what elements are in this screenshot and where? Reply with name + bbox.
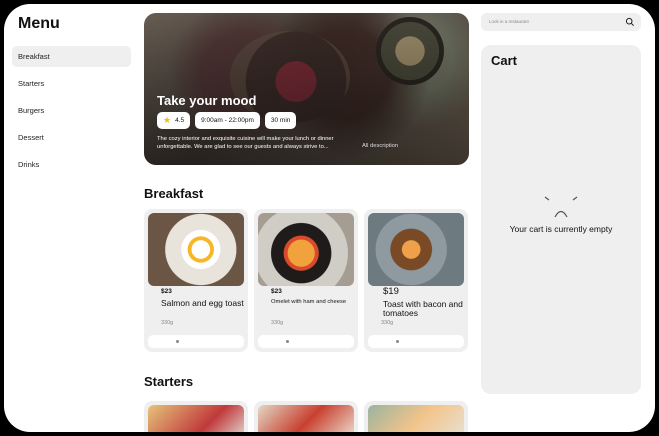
sidebar: Menu Breakfast Starters Burgers Dessert … — [4, 4, 141, 432]
rating-value: 4.5 — [175, 117, 185, 124]
product-price: $23 — [271, 288, 282, 295]
hero-banner: Take your mood ★ 4.5 9:00am - 22:00pm 30… — [144, 13, 469, 165]
product-weight: 330g — [271, 320, 284, 326]
sidebar-item-starters[interactable]: Starters — [12, 73, 131, 94]
search-input[interactable]: Look in a restaurant — [481, 13, 641, 31]
product-card[interactable]: $23 Salmon and egg toast 330g — [144, 209, 248, 352]
hero-image-plate — [230, 31, 350, 123]
product-image — [148, 405, 244, 432]
sad-face-icon — [544, 196, 578, 218]
all-description-link[interactable]: All description — [362, 143, 398, 149]
product-image — [258, 405, 354, 432]
sidebar-item-breakfast[interactable]: Breakfast — [12, 46, 131, 67]
section-title-breakfast: Breakfast — [144, 186, 204, 201]
hero-description: The cozy interior and exquisite cuisine … — [157, 136, 334, 150]
product-card[interactable] — [144, 401, 248, 432]
product-card[interactable] — [364, 401, 468, 432]
product-card[interactable] — [254, 401, 358, 432]
search-icon[interactable] — [625, 17, 635, 27]
time-value: 30 min — [270, 117, 291, 124]
product-image — [148, 213, 244, 286]
product-name: Salmon and egg toast — [161, 298, 244, 308]
sidebar-nav: Breakfast Starters Burgers Dessert Drink… — [12, 46, 131, 181]
add-to-cart-button[interactable] — [368, 335, 464, 348]
menu-title: Menu — [18, 15, 60, 32]
add-to-cart-button[interactable] — [258, 335, 354, 348]
product-weight: 330g — [381, 320, 394, 326]
app-window: Menu Breakfast Starters Burgers Dessert … — [4, 4, 655, 432]
sidebar-item-drinks[interactable]: Drinks — [12, 154, 131, 175]
hero-title: Take your mood — [157, 93, 257, 108]
product-card[interactable]: $19 Toast with bacon and tomatoes 330g — [364, 209, 468, 352]
hero-image-bowl — [376, 17, 444, 85]
dot-icon — [176, 340, 179, 343]
star-icon: ★ — [163, 115, 172, 125]
add-to-cart-button[interactable] — [148, 335, 244, 348]
cart-title: Cart — [491, 53, 518, 68]
product-name: Toast with bacon and tomatoes — [383, 299, 463, 318]
hours-chip: 9:00am - 22:00pm — [195, 112, 260, 129]
sidebar-item-dessert[interactable]: Dessert — [12, 127, 131, 148]
dot-icon — [396, 340, 399, 343]
product-name: Omelet with ham and cheese — [271, 299, 347, 305]
breakfast-cards: $23 Salmon and egg toast 330g $23 Omelet… — [144, 209, 468, 352]
time-chip: 30 min — [264, 112, 297, 129]
rating-chip: ★ 4.5 — [157, 112, 191, 129]
product-image — [368, 405, 464, 432]
sidebar-item-burgers[interactable]: Burgers — [12, 100, 131, 121]
dot-icon — [286, 340, 289, 343]
main-content: Take your mood ★ 4.5 9:00am - 22:00pm 30… — [144, 4, 474, 432]
cart-panel: Cart Your cart is currently empty — [481, 45, 641, 394]
product-image — [258, 213, 354, 286]
hero-info-chips: ★ 4.5 9:00am - 22:00pm 30 min — [157, 112, 297, 129]
product-card[interactable]: $23 Omelet with ham and cheese 330g — [254, 209, 358, 352]
product-image — [368, 213, 464, 286]
search-placeholder: Look in a restaurant — [489, 19, 529, 24]
hours-value: 9:00am - 22:00pm — [201, 117, 254, 124]
product-weight: 330g — [161, 320, 174, 326]
product-price: $23 — [161, 288, 172, 295]
cart-empty-message: Your cart is currently empty — [509, 224, 613, 234]
product-price: $19 — [383, 286, 399, 297]
section-title-starters: Starters — [144, 374, 194, 389]
starters-cards — [144, 401, 468, 432]
